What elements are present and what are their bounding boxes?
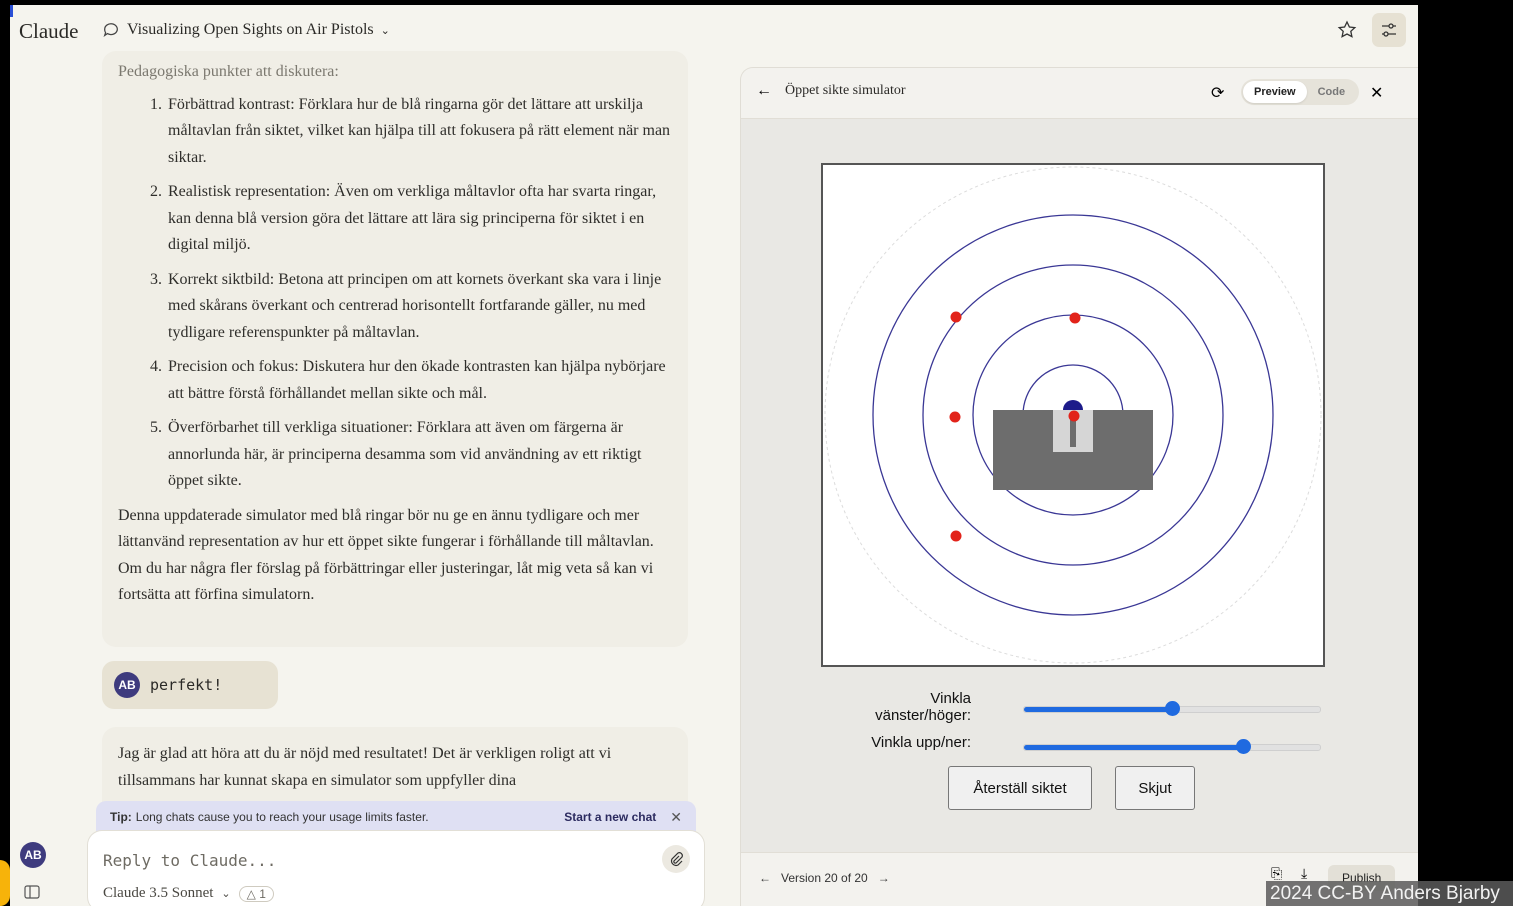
shot-hole [950,530,962,542]
flask-icon: △ [246,886,256,901]
chat-bubble-icon [103,23,118,37]
project-count: 1 [259,886,266,901]
chat-thread: Pedagogiska punkter att diskutera: Förbä… [102,51,692,827]
summary-paragraph: Denna uppdaterade simulator med blå ring… [118,506,654,604]
brand-logo[interactable]: Claude [19,19,78,44]
version-label: Version 20 of 20 [781,871,868,885]
settings-sliders-icon[interactable] [1372,13,1406,47]
shot-hole [1068,410,1080,422]
slider-fill [1024,745,1244,750]
shoot-button[interactable]: Skjut [1115,766,1195,810]
vertical-angle-slider[interactable] [1023,739,1321,754]
composer: Reply to Claude... Claude 3.5 Sonnet ⌄ △… [88,831,704,906]
tab-preview[interactable]: Preview [1243,81,1307,103]
user-message-text: perfekt! [150,676,223,694]
shot-hole [1069,312,1081,324]
horizontal-angle-slider[interactable] [1023,701,1321,716]
target-drawing [824,166,1322,664]
slider-horizontal-label: Vinkla vänster/höger: [875,690,971,724]
slider-thumb[interactable] [1236,739,1252,754]
start-new-chat-link[interactable]: Start a new chat [564,810,656,824]
assistant-message: Pedagogiska punkter att diskutera: Förbä… [102,51,688,647]
back-arrow-icon[interactable]: ← [756,82,772,100]
close-icon[interactable]: ✕ [670,809,682,826]
list-item: Förbättrad kontrast: Förklara hur de blå… [166,92,672,172]
reset-sight-button[interactable]: Återställ siktet [948,766,1092,810]
chevron-down-icon: ⌄ [221,888,231,900]
sidebar-toggle-icon[interactable] [24,885,40,904]
refresh-icon[interactable]: ⟳ [1211,83,1224,103]
sight-canvas[interactable] [821,163,1325,667]
tip-text: Long chats cause you to reach your usage… [135,810,429,824]
app-window: Claude Visualizing Open Sights on Air Pi… [10,5,1418,906]
paperclip-icon[interactable] [662,845,690,873]
usage-tip-banner: Tip: Long chats cause you to reach your … [96,801,696,833]
watermark: 2024 CC-BY Anders Bjarby [1266,881,1513,906]
artifact-title: Öppet sikte simulator [785,83,906,98]
tip-label: Tip: [110,810,132,824]
faded-heading: Pedagogiska punkter att diskutera: [118,63,339,80]
slider-thumb[interactable] [1165,701,1180,716]
tab-code[interactable]: Code [1307,81,1357,103]
reply-paragraph: Jag är glad att höra att du är nöjd med … [118,745,612,789]
star-icon[interactable] [1330,13,1364,47]
shot-hole [949,411,961,423]
project-count-badge[interactable]: △ 1 [238,885,274,902]
accent-edge [10,5,13,17]
artifact-header: ← Öppet sikte simulator ⟳ Preview Code ✕ [741,68,1418,119]
slider-fill [1024,707,1172,712]
close-icon[interactable]: ✕ [1370,83,1383,103]
user-message: AB perfekt! [102,661,278,709]
points-list: Förbättrad kontrast: Förklara hur de blå… [118,92,672,495]
list-item: Realistisk representation: Även om verkl… [166,179,672,259]
reply-input[interactable]: Reply to Claude... [103,851,276,870]
list-item: Överförbarhet till verkliga situationer:… [166,415,672,495]
prev-version-icon[interactable]: ← [759,871,771,885]
list-item: Precision och fokus: Diskutera hur den ö… [166,354,672,407]
model-selector[interactable]: Claude 3.5 Sonnet [103,885,213,902]
next-version-icon[interactable]: → [878,871,890,885]
avatar: AB [114,672,140,698]
artifact-panel: ← Öppet sikte simulator ⟳ Preview Code ✕ [741,68,1418,906]
avatar[interactable]: AB [20,842,46,868]
view-toggle: Preview Code [1241,79,1359,105]
orange-tab [0,860,10,906]
chevron-down-icon: ⌄ [380,24,390,37]
conversation-title[interactable]: Visualizing Open Sights on Air Pistols ⌄ [102,21,390,39]
list-item: Korrekt siktbild: Betona att principen o… [166,267,672,347]
slider-vertical-label: Vinkla upp/ner: [871,734,971,751]
top-bar: Claude Visualizing Open Sights on Air Pi… [10,5,1418,57]
shot-hole [950,311,962,323]
conversation-title-text: Visualizing Open Sights on Air Pistols [127,21,374,38]
